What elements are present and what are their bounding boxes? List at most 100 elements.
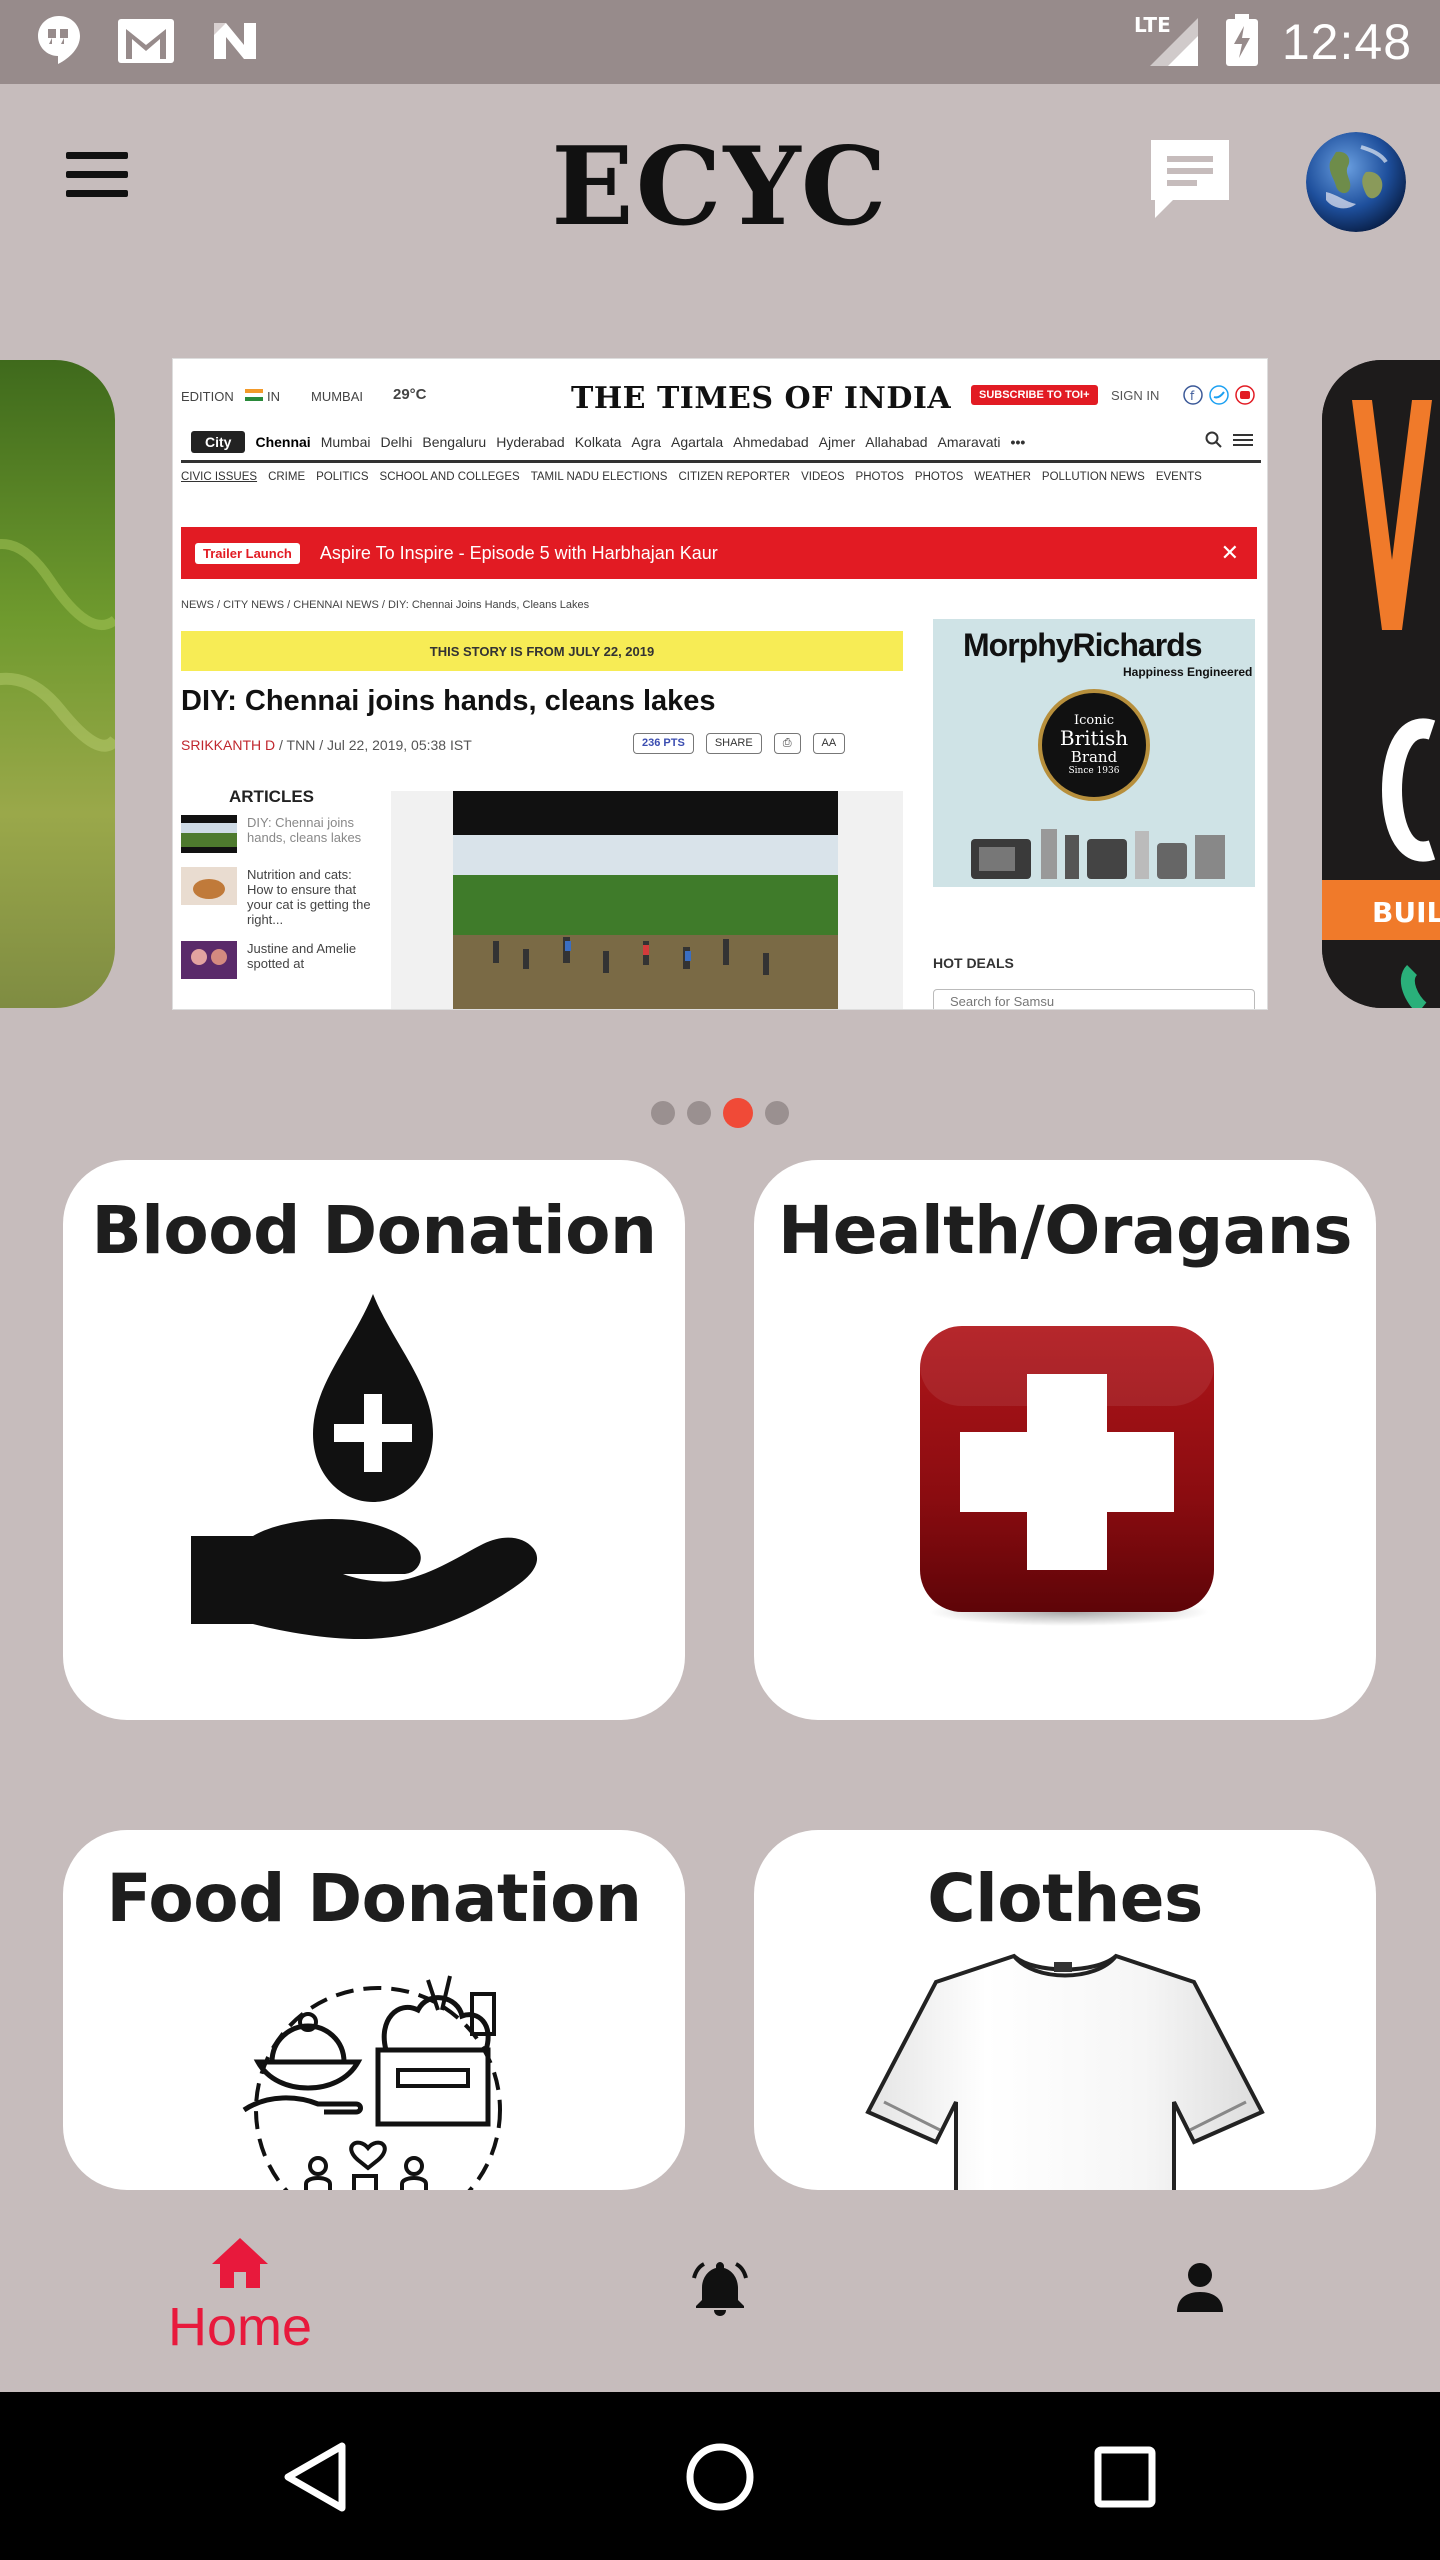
hamburger-icon (1233, 432, 1253, 451)
ad-seal-text: Brand (1070, 748, 1118, 766)
city-tag: City (191, 430, 246, 453)
avatar[interactable] (1306, 132, 1406, 232)
back-button[interactable] (272, 2432, 362, 2522)
battery-charging-icon (1224, 12, 1260, 73)
home-button[interactable] (675, 2432, 765, 2522)
hangouts-icon (36, 14, 82, 71)
tshirt-icon (865, 1953, 1265, 2190)
appliances-image (971, 829, 1225, 879)
subscribe-button: SUBSCRIBE TO TOI+ (971, 385, 1098, 405)
card-title: Clothes (927, 1860, 1203, 1937)
hot-deals-search: Search for Samsu (933, 989, 1255, 1009)
card-title: Food Donation (106, 1860, 642, 1937)
carousel-dot[interactable] (687, 1101, 711, 1125)
toi-logo: THE TIMES OF INDIA (571, 381, 952, 416)
sign-in-link: SIGN IN (1111, 388, 1160, 403)
back-triangle-icon (284, 2442, 346, 2512)
list-item: DIY: Chennai joins hands, cleans lakes (181, 815, 381, 853)
edition-flag-icon (245, 389, 263, 404)
city-label: MUMBAI (311, 389, 363, 404)
articles-heading: ARTICLES (229, 787, 314, 806)
social-icons: f (1183, 385, 1255, 405)
nav-profile[interactable] (1150, 2196, 1250, 2392)
section-link: TAMIL NADU ELECTIONS (530, 471, 668, 483)
share-button: SHARE (705, 733, 762, 754)
article-headline: DIY: Chennai joins hands, cleans lakes (181, 685, 716, 717)
card-blood-donation[interactable]: Blood Donation (63, 1160, 685, 1720)
toi-sections: CIVIC ISSUES CRIME POLITICS SCHOOL AND C… (181, 471, 1261, 495)
bottom-navigation: Home (0, 2196, 1440, 2392)
status-bar: LTE 12:48 (0, 0, 1440, 84)
network-type-label: LTE (1134, 13, 1171, 37)
section-link: POLLUTION NEWS (1041, 471, 1145, 483)
nav-notifications[interactable] (670, 2196, 770, 2392)
carousel-dot[interactable] (765, 1101, 789, 1125)
signal-icon: LTE (1132, 12, 1202, 73)
search-icon (1205, 431, 1223, 452)
section-link: VIDEOS (801, 471, 845, 483)
carousel-slide-news-article[interactable]: EDITION IN MUMBAI 29°C THE TIMES OF INDI… (172, 358, 1268, 1010)
related-articles: ARTICLES DIY: Chennai joins hands, clean… (181, 787, 381, 993)
carousel-slide-next[interactable]: BUIL (1322, 360, 1440, 1008)
section-link: SCHOOL AND COLLEGES (379, 471, 520, 483)
section-link: POLITICS (316, 471, 369, 483)
section-link: CITIZEN REPORTER (678, 471, 791, 483)
article-link: DIY: Chennai joins hands, cleans lakes (247, 815, 362, 845)
section-link: CIVIC ISSUES (181, 471, 258, 483)
advertisement: MorphyRichards Happiness Engineered Icon… (933, 619, 1255, 887)
carousel-dot[interactable] (651, 1101, 675, 1125)
trailer-banner: Trailer Launch Aspire To Inspire - Episo… (181, 527, 1257, 579)
food-donation-icon (242, 1975, 502, 2190)
person-icon (1177, 2263, 1223, 2312)
nav-city: Bengaluru (422, 433, 487, 450)
ad-tagline: Happiness Engineered (1123, 665, 1253, 679)
chat-icon[interactable] (1145, 134, 1235, 224)
hot-deals-search-placeholder: Search for Samsu (950, 994, 1055, 1009)
temperature: 29°C (393, 386, 427, 403)
app-bar: ECYC (0, 84, 1440, 274)
system-navigation-bar (0, 2392, 1440, 2560)
nav-city: Kolkata (574, 433, 622, 450)
hot-deals-heading: HOT DEALS (933, 955, 1014, 971)
story-date-note: THIS STORY IS FROM JULY 22, 2019 (181, 631, 903, 671)
article-author: SRIKKANTH D (181, 737, 276, 753)
edition-label: EDITION (181, 389, 234, 404)
section-link: EVENTS (1155, 471, 1202, 483)
nav-city: Allahabad (865, 433, 928, 450)
notification-bell-icon (692, 2262, 748, 2316)
article-photo (453, 791, 838, 1009)
medical-cross-icon (920, 1326, 1214, 1626)
card-clothes[interactable]: Clothes (754, 1830, 1376, 2190)
section-link: WEATHER (974, 471, 1031, 483)
article-actions: 236 PTS SHARE ⎙ AA (633, 733, 846, 754)
recents-square-icon (1094, 2446, 1156, 2508)
list-item: Nutrition and cats: How to ensure that y… (181, 867, 381, 927)
card-health-organs[interactable]: Health/Oragans (754, 1160, 1376, 1720)
ad-seal-text: British (1059, 726, 1129, 750)
nav-city: Amaravati (937, 433, 1001, 450)
trailer-text: Aspire To Inspire - Episode 5 with Harbh… (319, 542, 718, 563)
article-link: Nutrition and cats: How to ensure that y… (247, 867, 371, 927)
article-link: Justine and Amelie spotted at (247, 941, 357, 971)
font-size-button: AA (812, 733, 846, 754)
nav-more: ••• (1010, 433, 1026, 450)
gmail-icon (116, 15, 176, 70)
article-byline: SRIKKANTH D / TNN / Jul 22, 2019, 05:38 … (181, 737, 472, 753)
ad-seal-text: Since 1936 (1068, 766, 1120, 776)
carousel-slide-previous[interactable] (0, 360, 115, 1008)
nav-home[interactable]: Home (140, 2196, 340, 2392)
article-photo-frame (391, 791, 903, 1009)
nav-city: Agartala (671, 433, 724, 450)
ad-brand: MorphyRichards (963, 627, 1202, 663)
ad-seal: Iconic British Brand Since 1936 (1038, 689, 1150, 801)
list-item: Justine and Amelie spotted at (181, 941, 381, 979)
svg-text:BUIL: BUIL (1372, 896, 1440, 929)
recents-button[interactable] (1080, 2432, 1170, 2522)
close-icon: ✕ (1220, 540, 1239, 565)
home-circle-icon (686, 2443, 754, 2511)
section-link: CRIME (268, 471, 306, 483)
card-food-donation[interactable]: Food Donation (63, 1830, 685, 2190)
carousel-dot-active[interactable] (723, 1098, 753, 1128)
news-carousel[interactable]: EDITION IN MUMBAI 29°C THE TIMES OF INDI… (0, 358, 1440, 1010)
globe-avatar (1306, 132, 1406, 232)
